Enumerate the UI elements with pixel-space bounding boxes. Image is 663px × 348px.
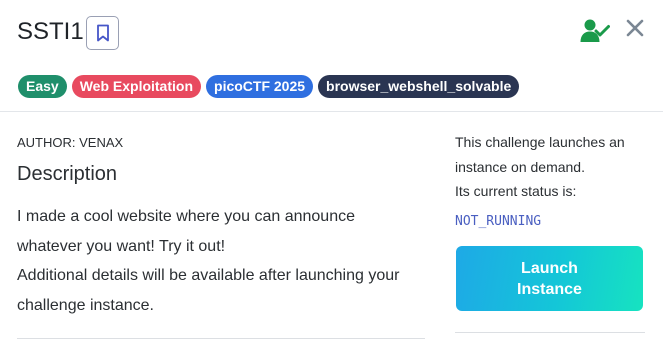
bookmark-icon	[96, 24, 109, 42]
user-check-icon	[580, 19, 610, 42]
description-text: I made a cool website where you can anno…	[17, 202, 437, 320]
description-heading: Description	[17, 163, 118, 185]
tag-solvable[interactable]: browser_webshell_solvable	[318, 75, 520, 98]
instance-status: NOT_RUNNING	[455, 214, 542, 229]
description-divider	[17, 338, 425, 339]
instance-info-line: Its current status is:	[455, 183, 577, 199]
bookmark-button[interactable]	[86, 16, 119, 50]
challenge-header: SSTI1	[0, 0, 663, 64]
instance-info-line: This challenge launches an	[455, 134, 625, 150]
instance-divider	[455, 332, 645, 333]
launch-instance-button[interactable]: Launch Instance	[456, 246, 643, 311]
close-icon[interactable]	[625, 18, 645, 38]
description-line: challenge instance.	[17, 296, 154, 314]
instance-info-line: instance on demand.	[455, 158, 585, 175]
author-label: AUTHOR: VENAX	[17, 135, 124, 150]
tag-list: Easy Web Exploitation picoCTF 2025 brows…	[18, 75, 520, 99]
instance-info: This challenge launches an instance on d…	[455, 130, 645, 204]
tag-difficulty[interactable]: Easy	[18, 75, 67, 98]
launch-instance-label: Launch Instance	[517, 259, 582, 298]
section-divider	[0, 111, 663, 112]
description-line: Additional details will be available aft…	[17, 267, 400, 284]
tag-category[interactable]: Web Exploitation	[71, 75, 202, 98]
challenge-title: SSTI1	[17, 18, 84, 45]
tag-event[interactable]: picoCTF 2025	[206, 75, 314, 98]
description-line: whatever you want! Try it out!	[17, 237, 226, 255]
description-line: I made a cool website where you can anno…	[17, 208, 355, 225]
